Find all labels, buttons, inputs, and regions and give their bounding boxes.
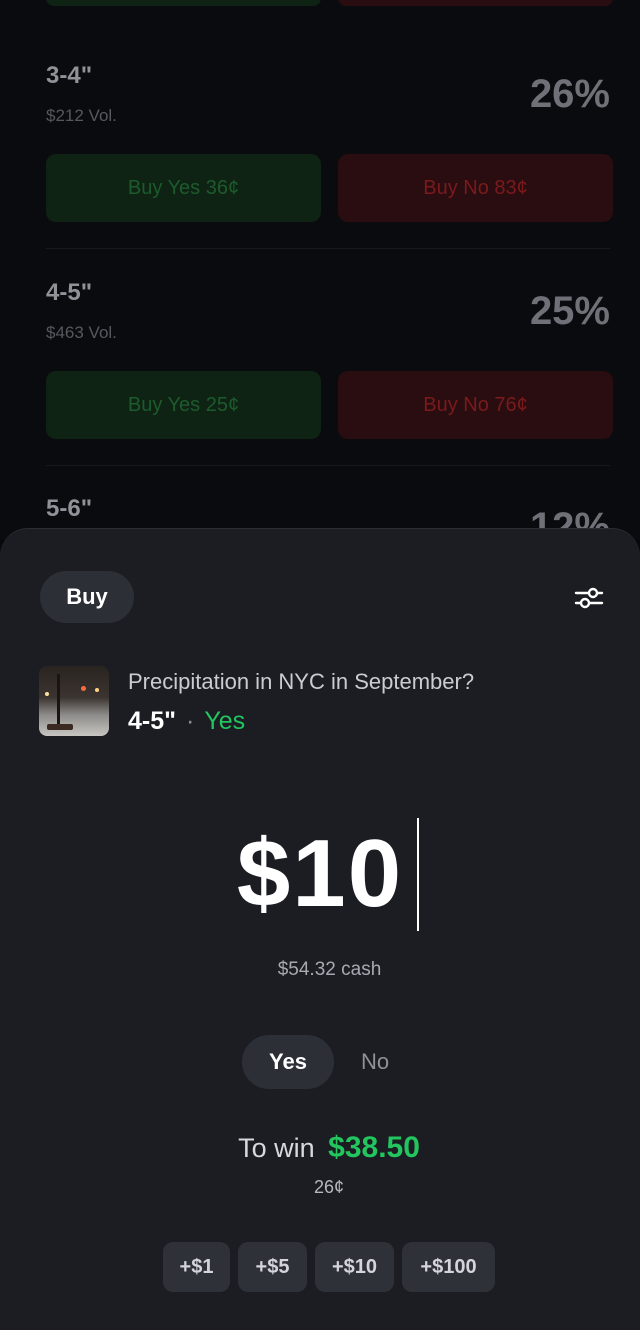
- outcome-label: 4-5": [46, 279, 93, 306]
- buy-yes-button[interactable]: Buy Yes 25¢: [46, 371, 321, 439]
- outcome-volume: $212 Vol.: [46, 106, 117, 125]
- sliders-icon: [574, 587, 604, 609]
- outcome-label: 5-6": [46, 495, 93, 522]
- quick-add-100-button[interactable]: +$100: [402, 1242, 495, 1292]
- market-question: Precipitation in NYC in September?: [128, 669, 475, 694]
- market-thumbnail: [39, 666, 109, 736]
- outcome-probability: 26%: [529, 72, 610, 116]
- to-win-label: To win: [238, 1133, 315, 1163]
- buy-no-button[interactable]: Buy No 76¢: [338, 371, 613, 439]
- separator-dot: ·: [186, 707, 195, 735]
- buy-no-button[interactable]: Buy No 83¢: [338, 154, 613, 222]
- market-outcomes-list: 3-4" $212 Vol. 26% Buy Yes 36¢ Buy No 83…: [0, 0, 640, 549]
- row-divider: [46, 465, 610, 466]
- buy-mode-button[interactable]: Buy: [40, 571, 134, 623]
- previous-buy-no-button[interactable]: [338, 0, 613, 6]
- outcome-row: 4-5" $463 Vol. 25% Buy Yes 25¢ Buy No 76…: [0, 279, 640, 469]
- amount-input[interactable]: $10: [0, 819, 640, 929]
- quick-add-1-button[interactable]: +$1: [163, 1242, 230, 1292]
- share-price: 26¢: [313, 1177, 345, 1197]
- yes-toggle[interactable]: Yes: [242, 1035, 334, 1089]
- trade-sheet: Buy Precipitation in NYC in September? 4…: [0, 528, 640, 1330]
- outcome-label: 3-4": [46, 62, 93, 89]
- previous-buy-yes-button[interactable]: [46, 0, 321, 6]
- settings-button[interactable]: [570, 581, 608, 615]
- selected-outcome: 4-5" · Yes: [128, 707, 245, 736]
- row-divider: [46, 248, 610, 249]
- text-cursor: [417, 818, 419, 931]
- to-win-amount: $38.50: [328, 1131, 420, 1164]
- buy-yes-button[interactable]: Buy Yes 36¢: [46, 154, 321, 222]
- selected-outcome-label: 4-5": [128, 707, 176, 735]
- quick-add-10-button[interactable]: +$10: [315, 1242, 394, 1292]
- no-toggle[interactable]: No: [342, 1035, 408, 1089]
- cash-balance: $54.32 cash: [277, 959, 382, 980]
- quick-add-5-button[interactable]: +$5: [238, 1242, 307, 1292]
- outcome-probability: 25%: [529, 289, 610, 333]
- to-win-row: To win $38.50: [0, 1131, 640, 1165]
- outcome-row: 3-4" $212 Vol. 26% Buy Yes 36¢ Buy No 83…: [0, 62, 640, 252]
- selected-side: Yes: [204, 707, 246, 735]
- outcome-volume: $463 Vol.: [46, 323, 117, 342]
